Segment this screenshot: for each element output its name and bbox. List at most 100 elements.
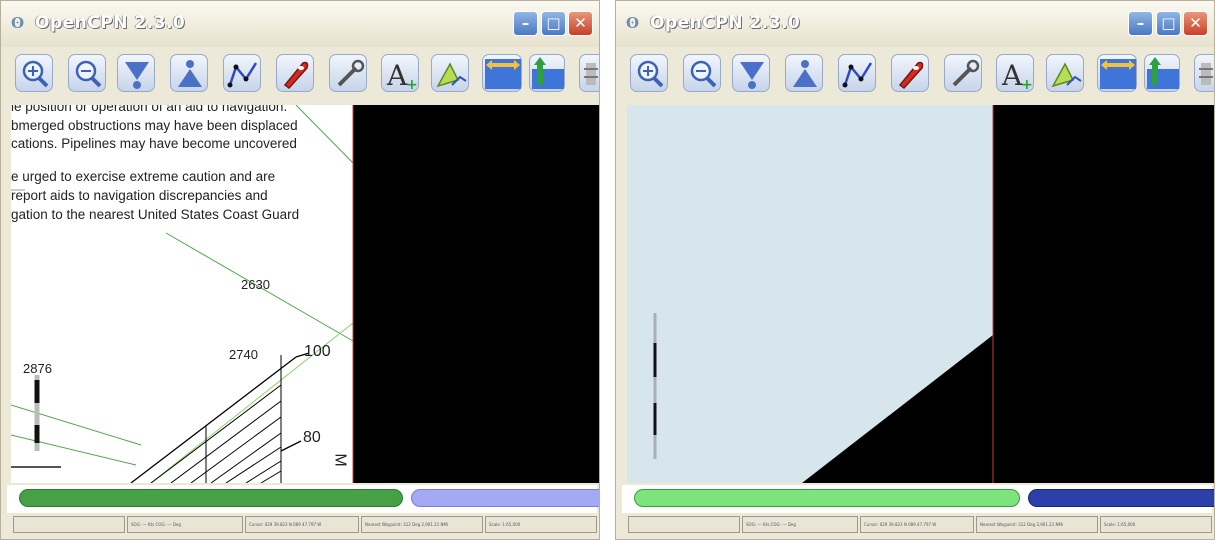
scale-out-button[interactable] xyxy=(170,54,208,92)
status-field: Scale: 1:65,000 xyxy=(1100,516,1212,533)
toolbar: A + xyxy=(1,47,599,103)
app-icon: ʘ xyxy=(11,14,25,32)
chart-bar-inactive[interactable] xyxy=(411,489,599,507)
ship-icon xyxy=(283,61,309,90)
scale-in-button[interactable] xyxy=(732,54,770,92)
close-button[interactable]: ✕ xyxy=(1183,11,1208,36)
chart-lines xyxy=(653,105,1214,483)
svg-text:A: A xyxy=(386,59,408,92)
status-field xyxy=(13,516,125,533)
chart-bar-active[interactable] xyxy=(19,489,403,507)
settings-icon xyxy=(952,59,980,87)
chart-lines xyxy=(11,105,599,483)
route-icon xyxy=(842,62,873,88)
chart-canvas[interactable] xyxy=(627,105,1214,483)
status-field: Cursor: 029 39.823 N 089 47.797 W xyxy=(245,516,359,533)
route-icon xyxy=(227,62,258,88)
route-button[interactable] xyxy=(223,54,261,92)
status-field: SOG: --- Kts COG: --- Deg xyxy=(742,516,858,533)
settings-icon xyxy=(337,59,365,87)
more-icon xyxy=(584,63,598,85)
status-field: Nearest Waypoint: 312 Deg 2,901.21 NMi xyxy=(361,516,483,533)
tide-icon xyxy=(1100,59,1136,89)
text-icon: A+ xyxy=(386,59,418,93)
title-bar[interactable]: ʘ OpenCPN 2.3.0 – □ ✕ xyxy=(1,1,599,48)
tide-button[interactable] xyxy=(482,54,522,92)
sounding-label: 2740 xyxy=(229,347,258,362)
chart-bar xyxy=(622,485,1214,513)
current-icon xyxy=(1147,57,1179,89)
zoom-in-icon xyxy=(637,60,664,88)
scale-in-icon xyxy=(125,62,149,89)
chart-notice-line: le position or operation of an aid to na… xyxy=(11,105,288,114)
ship-button[interactable] xyxy=(276,54,314,92)
status-bar: SOG: --- Kts COG: --- Deg Cursor: 029 39… xyxy=(622,515,1214,535)
more-button[interactable] xyxy=(579,54,599,92)
close-button[interactable]: ✕ xyxy=(568,11,593,36)
maximize-button[interactable]: □ xyxy=(1156,11,1181,36)
ship-button[interactable] xyxy=(891,54,929,92)
zoom-in-button[interactable] xyxy=(15,54,53,92)
settings-button[interactable] xyxy=(329,54,367,92)
track-icon xyxy=(436,62,467,88)
text-icon: A+ xyxy=(1001,59,1033,93)
current-button[interactable] xyxy=(1144,54,1180,92)
current-button[interactable] xyxy=(529,54,565,92)
track-icon xyxy=(1051,62,1082,88)
scale-in-icon xyxy=(740,62,764,89)
more-button[interactable] xyxy=(1194,54,1214,92)
settings-button[interactable] xyxy=(944,54,982,92)
chart-notice-line: e urged to exercise extreme caution and … xyxy=(11,169,276,184)
sounding-label: 100 xyxy=(304,343,331,360)
minimize-button[interactable]: – xyxy=(513,11,538,36)
opencpn-window-right: ʘ OpenCPN 2.3.0 – □ ✕ A + SOG: --- Kts C… xyxy=(615,0,1215,540)
chart-bar-active[interactable] xyxy=(634,489,1020,507)
chart-edge-letter: M xyxy=(331,453,349,467)
track-button[interactable] xyxy=(431,54,469,92)
scale-out-icon xyxy=(178,60,202,87)
chart-notice-line: gation to the nearest United States Coas… xyxy=(11,207,300,222)
app-icon: ʘ xyxy=(626,14,640,32)
chart-bar xyxy=(7,485,599,513)
zoom-out-button[interactable] xyxy=(683,54,721,92)
sounding-label: 2876 xyxy=(23,361,52,376)
tide-icon xyxy=(485,59,521,89)
chart-bar-inactive[interactable] xyxy=(1028,489,1214,507)
zoom-in-button[interactable] xyxy=(630,54,668,92)
scale-in-button[interactable] xyxy=(117,54,155,92)
status-field: SOG: --- Kts COG: --- Deg xyxy=(127,516,243,533)
text-button[interactable]: A + xyxy=(996,54,1034,93)
toolbar: A + xyxy=(616,47,1214,103)
svg-text:+: + xyxy=(1021,77,1033,93)
minimize-button[interactable]: – xyxy=(1128,11,1153,36)
maximize-button[interactable]: □ xyxy=(541,11,566,36)
text-button[interactable]: A + xyxy=(381,54,419,93)
zoom-in-icon xyxy=(22,60,49,88)
svg-text:A: A xyxy=(1001,59,1023,92)
current-icon xyxy=(532,57,564,89)
status-field: Cursor: 029 39.823 N 089 47.797 W xyxy=(860,516,974,533)
chart-notice-line: report aids to navigation discrepancies … xyxy=(11,188,268,203)
more-icon xyxy=(1199,63,1213,85)
ship-icon xyxy=(898,61,924,90)
window-title: OpenCPN 2.3.0 xyxy=(650,13,801,33)
svg-text:+: + xyxy=(406,77,418,93)
chart-notice-line: cations. Pipelines may have become uncov… xyxy=(11,136,297,151)
status-field: Nearest Waypoint: 312 Deg 2,901.21 NMi xyxy=(976,516,1098,533)
title-bar[interactable]: ʘ OpenCPN 2.3.0 – □ ✕ xyxy=(616,1,1214,48)
sounding-label: 2630 xyxy=(241,277,270,292)
track-button[interactable] xyxy=(1046,54,1084,92)
zoom-out-icon xyxy=(690,60,717,88)
scale-out-button[interactable] xyxy=(785,54,823,92)
sounding-label: 80 xyxy=(303,429,321,446)
route-button[interactable] xyxy=(838,54,876,92)
chart-notice-line: bmerged obstructions may have been displ… xyxy=(11,118,298,133)
status-bar: SOG: --- Kts COG: --- Deg Cursor: 029 39… xyxy=(7,515,599,535)
scale-out-icon xyxy=(793,60,817,87)
zoom-out-button[interactable] xyxy=(68,54,106,92)
tide-button[interactable] xyxy=(1097,54,1137,92)
chart-canvas[interactable]: le position or operation of an aid to na… xyxy=(11,105,599,483)
window-title: OpenCPN 2.3.0 xyxy=(35,13,186,33)
zoom-out-icon xyxy=(75,60,102,88)
opencpn-window-left: ʘ OpenCPN 2.3.0 – □ ✕ A + le position or… xyxy=(0,0,600,540)
